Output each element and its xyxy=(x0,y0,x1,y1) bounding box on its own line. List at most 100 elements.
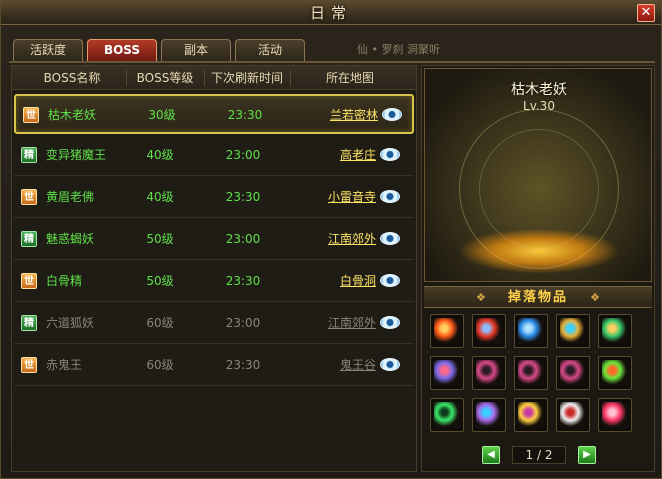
boss-portrait: 枯木老妖 Lv.30 xyxy=(424,68,652,282)
map-link[interactable]: 小雷音寺 xyxy=(320,178,376,216)
map-link[interactable]: 兰若密林 xyxy=(322,96,378,134)
tab-dungeon[interactable]: 副本 xyxy=(161,39,231,61)
drop-item-slot[interactable] xyxy=(472,356,506,390)
prev-page-button[interactable]: ◀ xyxy=(482,446,500,464)
view-eye-icon[interactable] xyxy=(382,108,402,121)
boss-name-cell: 变异猪魔王 xyxy=(46,148,107,162)
boss-level-cell: 30级 xyxy=(148,108,176,122)
refresh-time-cell: 23:00 xyxy=(225,316,261,330)
emerald-charm-icon xyxy=(602,360,628,386)
gold-beads-icon xyxy=(518,402,544,428)
boss-type-badge: 精 xyxy=(21,147,37,163)
drop-item-slot[interactable] xyxy=(556,356,590,390)
column-header-name: BOSS名称 xyxy=(43,71,101,85)
tab-activity[interactable]: 活跃度 xyxy=(13,39,83,61)
tab-boss[interactable]: BOSS xyxy=(87,39,157,61)
map-link[interactable]: 高老庄 xyxy=(320,136,376,174)
drops-title: 掉落物品 xyxy=(507,290,568,305)
boss-name: 枯木老妖 xyxy=(511,82,567,98)
boss-row[interactable]: 精魅惑蝎妖 50级 23:00 江南郊外 xyxy=(14,220,414,260)
necklace-icon xyxy=(560,360,586,386)
map-link[interactable]: 江南郊外 xyxy=(320,304,376,342)
drop-item-slot[interactable] xyxy=(472,314,506,348)
boss-type-badge: 世 xyxy=(21,273,37,289)
view-eye-icon[interactable] xyxy=(380,316,400,329)
refresh-time-cell: 23:00 xyxy=(225,148,261,162)
table-header: BOSS名称 BOSS等级 下次刷新时间 所在地图 xyxy=(12,66,416,90)
boss-name-cell: 白骨精 xyxy=(46,274,83,288)
boss-type-badge: 世 xyxy=(21,189,37,205)
view-eye-icon[interactable] xyxy=(380,148,400,161)
boss-level-cell: 50级 xyxy=(146,232,174,246)
title-bar[interactable]: 日常 ✕ xyxy=(1,1,661,25)
view-eye-icon[interactable] xyxy=(380,274,400,287)
boss-name-cell: 赤鬼王 xyxy=(46,358,83,372)
drop-item-slot[interactable] xyxy=(430,398,464,432)
boss-row[interactable]: 世赤鬼王 60级 23:30 鬼王谷 xyxy=(14,346,414,386)
refresh-time-cell: 23:30 xyxy=(225,358,261,372)
boss-type-badge: 精 xyxy=(21,231,37,247)
drop-item-slot[interactable] xyxy=(598,398,632,432)
feather-fan-icon xyxy=(518,318,544,344)
view-eye-icon[interactable] xyxy=(380,358,400,371)
boss-name-cell: 枯木老妖 xyxy=(48,108,97,122)
map-link[interactable]: 鬼王谷 xyxy=(320,346,376,384)
boss-level-cell: 60级 xyxy=(146,358,174,372)
column-header-refresh-time: 下次刷新时间 xyxy=(210,71,283,85)
drop-item-slot[interactable] xyxy=(430,314,464,348)
red-spear-icon xyxy=(476,318,502,344)
view-eye-icon[interactable] xyxy=(380,190,400,203)
background-hint-text: 仙 • 罗刹 洞聚听 xyxy=(357,43,440,56)
page-indicator: 1 / 2 xyxy=(512,446,566,464)
boss-row[interactable]: 世黄眉老佛 40级 23:30 小雷音寺 xyxy=(14,178,414,218)
close-button[interactable]: ✕ xyxy=(637,4,655,22)
column-header-level: BOSS等级 xyxy=(136,71,194,85)
drop-item-slot[interactable] xyxy=(472,398,506,432)
drop-item-slot[interactable] xyxy=(514,314,548,348)
boss-list-panel: BOSS名称 BOSS等级 下次刷新时间 所在地图 世枯木老妖 30级 23:30 兰… xyxy=(11,65,417,472)
necklace-icon xyxy=(518,360,544,386)
boss-level-cell: 40级 xyxy=(146,190,174,204)
tab-divider xyxy=(9,61,655,63)
refresh-time-cell: 23:30 xyxy=(225,190,261,204)
tab-events[interactable]: 活动 xyxy=(235,39,305,61)
map-link[interactable]: 江南郊外 xyxy=(320,220,376,258)
boss-name-cell: 六道狐妖 xyxy=(46,316,95,330)
refresh-time-cell: 23:30 xyxy=(227,108,263,122)
crystal-shard-icon xyxy=(476,402,502,428)
serpent-blade-icon xyxy=(434,360,460,386)
boss-level-cell: 40级 xyxy=(146,148,174,162)
green-staff-icon xyxy=(602,318,628,344)
boss-type-badge: 世 xyxy=(23,107,39,123)
ornament-icon: ❖ xyxy=(590,291,600,304)
boss-detail-panel: 枯木老妖 Lv.30 ❖ 掉落物品 ❖ ◀ 1 / 2 ▶ xyxy=(421,65,655,472)
drop-item-slot[interactable] xyxy=(598,356,632,390)
drop-item-slot[interactable] xyxy=(598,314,632,348)
boss-row[interactable]: 精变异猪魔王 40级 23:00 高老庄 xyxy=(14,136,414,176)
drop-item-slot[interactable] xyxy=(430,356,464,390)
boss-level: Lv.30 xyxy=(523,99,555,113)
white-mask-icon xyxy=(560,402,586,428)
jade-bracelet-icon xyxy=(434,402,460,428)
drop-item-slot[interactable] xyxy=(556,314,590,348)
map-link[interactable]: 白骨洞 xyxy=(320,262,376,300)
refresh-time-cell: 23:30 xyxy=(225,274,261,288)
refresh-time-cell: 23:00 xyxy=(225,232,261,246)
pager: ◀ 1 / 2 ▶ xyxy=(482,446,598,466)
fire-blade-icon xyxy=(434,318,460,344)
red-gem-icon xyxy=(602,402,628,428)
drop-item-slot[interactable] xyxy=(514,356,548,390)
boss-name-cell: 魅惑蝎妖 xyxy=(46,232,95,246)
boss-level-cell: 50级 xyxy=(146,274,174,288)
drop-item-slot[interactable] xyxy=(556,398,590,432)
boss-type-badge: 世 xyxy=(21,357,37,373)
window-title: 日常 xyxy=(309,4,352,22)
drop-item-slot[interactable] xyxy=(514,398,548,432)
boss-row[interactable]: 世枯木老妖 30级 23:30 兰若密林 xyxy=(14,94,414,134)
golden-halberd-icon xyxy=(560,318,586,344)
boss-name-cell: 黄眉老佛 xyxy=(46,190,95,204)
boss-row[interactable]: 世白骨精 50级 23:30 白骨洞 xyxy=(14,262,414,302)
boss-row[interactable]: 精六道狐妖 60级 23:00 江南郊外 xyxy=(14,304,414,344)
view-eye-icon[interactable] xyxy=(380,232,400,245)
next-page-button[interactable]: ▶ xyxy=(578,446,596,464)
